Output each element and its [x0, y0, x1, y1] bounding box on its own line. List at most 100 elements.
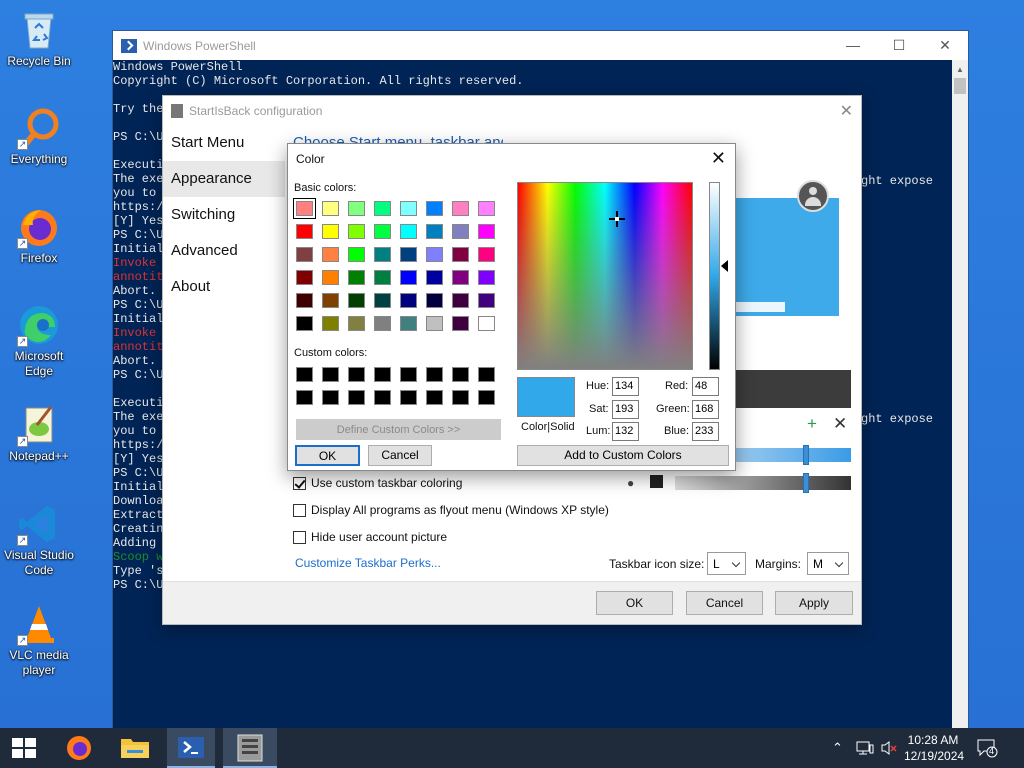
margins-select[interactable]: M — [807, 552, 849, 575]
basic-color-swatch[interactable] — [322, 224, 339, 239]
ok-button[interactable]: OK — [596, 591, 673, 615]
desktop-icon-vscode[interactable]: ↗ Visual Studio Code — [4, 502, 74, 578]
basic-color-swatch[interactable] — [400, 293, 417, 308]
color-slider[interactable] — [735, 445, 851, 465]
custom-color-swatch[interactable] — [374, 390, 391, 405]
minimize-button[interactable]: — — [830, 31, 876, 60]
cancel-button[interactable]: Cancel — [686, 591, 763, 615]
checkbox-box[interactable] — [293, 503, 306, 517]
notifications-icon[interactable]: 4 — [976, 738, 998, 768]
hide-account-picture-checkbox[interactable]: Hide user account picture — [293, 530, 447, 544]
powershell-scrollbar[interactable]: ▲ — [952, 60, 968, 729]
custom-color-swatch[interactable] — [426, 390, 443, 405]
transparency-slider[interactable] — [675, 473, 851, 493]
basic-color-swatch[interactable] — [478, 247, 495, 262]
desktop-icon-notepadpp[interactable]: ↗ Notepad++ — [4, 403, 74, 464]
show-hidden-icons-chevron-icon[interactable]: ⌃ — [832, 740, 843, 768]
taskbar-firefox[interactable] — [55, 728, 103, 768]
nav-advanced[interactable]: Advanced — [163, 233, 285, 269]
basic-color-swatch[interactable] — [478, 293, 495, 308]
color-spectrum[interactable] — [517, 182, 693, 370]
taskbar-preview[interactable] — [735, 370, 851, 408]
basic-color-swatch[interactable] — [296, 247, 313, 262]
luminosity-bar[interactable] — [709, 182, 720, 370]
color-dialog[interactable]: Color ✕ Basic colors: Custom colors: Def… — [287, 143, 736, 471]
basic-color-swatch[interactable] — [322, 293, 339, 308]
volume-muted-icon[interactable] — [880, 740, 898, 768]
nav-appearance[interactable]: Appearance — [163, 161, 285, 197]
basic-color-swatch[interactable] — [348, 224, 365, 239]
custom-color-swatch[interactable] — [452, 390, 469, 405]
style-preview[interactable] — [735, 180, 839, 316]
basic-color-swatch[interactable] — [348, 270, 365, 285]
desktop-icon-firefox[interactable]: ↗ Firefox — [4, 205, 74, 266]
basic-color-swatch[interactable] — [426, 224, 443, 239]
taskbar-powershell[interactable] — [167, 728, 215, 768]
basic-color-swatch[interactable] — [348, 201, 365, 216]
custom-color-swatch[interactable] — [452, 367, 469, 382]
basic-color-swatch[interactable] — [478, 201, 495, 216]
apply-button[interactable]: Apply — [775, 591, 853, 615]
custom-taskbar-coloring-checkbox[interactable]: Use custom taskbar coloring — [293, 476, 462, 490]
custom-color-swatch[interactable] — [296, 367, 313, 382]
remove-icon[interactable]: ✕ — [833, 414, 847, 434]
basic-color-swatch[interactable] — [296, 224, 313, 239]
start-button[interactable] — [0, 728, 48, 768]
xp-flyout-checkbox[interactable]: Display All programs as flyout menu (Win… — [293, 503, 609, 517]
basic-color-swatch[interactable] — [293, 198, 316, 219]
hue-input[interactable]: 134 — [612, 377, 639, 396]
basic-color-swatch[interactable] — [322, 247, 339, 262]
custom-color-swatch[interactable] — [400, 367, 417, 382]
cancel-button[interactable]: Cancel — [368, 445, 432, 466]
red-input[interactable]: 48 — [692, 377, 719, 396]
taskbar-file-explorer[interactable] — [111, 728, 159, 768]
taskbar-startisback[interactable] — [223, 728, 277, 768]
maximize-button[interactable]: ☐ — [876, 31, 922, 60]
close-button[interactable]: ✕ — [922, 31, 968, 60]
basic-color-swatch[interactable] — [426, 293, 443, 308]
basic-color-swatch[interactable] — [296, 293, 313, 308]
slider-knob[interactable] — [803, 473, 809, 493]
basic-color-swatch[interactable] — [426, 247, 443, 262]
lum-input[interactable]: 132 — [612, 422, 639, 441]
basic-color-swatch[interactable] — [400, 247, 417, 262]
icon-size-select[interactable]: L — [707, 552, 746, 575]
basic-color-swatch[interactable] — [478, 224, 495, 239]
add-to-custom-colors-button[interactable]: Add to Custom Colors — [517, 445, 729, 466]
basic-color-swatch[interactable] — [322, 201, 339, 216]
basic-color-swatch[interactable] — [296, 270, 313, 285]
basic-color-swatch[interactable] — [452, 247, 469, 262]
basic-color-swatch[interactable] — [322, 270, 339, 285]
basic-color-swatch[interactable] — [426, 201, 443, 216]
custom-color-swatch[interactable] — [348, 367, 365, 382]
basic-color-swatch[interactable] — [374, 270, 391, 285]
custom-color-swatch[interactable] — [348, 390, 365, 405]
basic-color-swatch[interactable] — [348, 316, 365, 331]
close-icon[interactable]: ✕ — [840, 101, 853, 121]
custom-color-swatch[interactable] — [478, 367, 495, 382]
custom-color-swatch[interactable] — [400, 390, 417, 405]
nav-switching[interactable]: Switching — [163, 197, 285, 233]
desktop-icon-recycle-bin[interactable]: Recycle Bin — [4, 8, 74, 69]
basic-color-swatch[interactable] — [400, 224, 417, 239]
basic-color-swatch[interactable] — [374, 247, 391, 262]
basic-color-swatch[interactable] — [374, 293, 391, 308]
custom-color-swatch[interactable] — [426, 367, 443, 382]
network-icon[interactable] — [856, 740, 874, 768]
basic-color-swatch[interactable] — [374, 224, 391, 239]
scroll-up-icon[interactable]: ▲ — [956, 65, 964, 74]
color-swatch[interactable] — [650, 475, 663, 488]
basic-color-swatch[interactable] — [452, 293, 469, 308]
basic-color-swatch[interactable] — [400, 201, 417, 216]
basic-color-swatch[interactable] — [452, 224, 469, 239]
basic-color-swatch[interactable] — [296, 316, 313, 331]
customize-taskbar-perks-link[interactable]: Customize Taskbar Perks... — [295, 556, 441, 570]
basic-color-swatch[interactable] — [478, 270, 495, 285]
basic-color-swatch[interactable] — [374, 316, 391, 331]
luminosity-arrow-icon[interactable] — [721, 260, 728, 272]
nav-about[interactable]: About — [163, 269, 285, 305]
basic-color-swatch[interactable] — [478, 316, 495, 331]
basic-color-swatch[interactable] — [374, 201, 391, 216]
sat-input[interactable]: 193 — [612, 400, 639, 419]
custom-color-swatch[interactable] — [322, 390, 339, 405]
